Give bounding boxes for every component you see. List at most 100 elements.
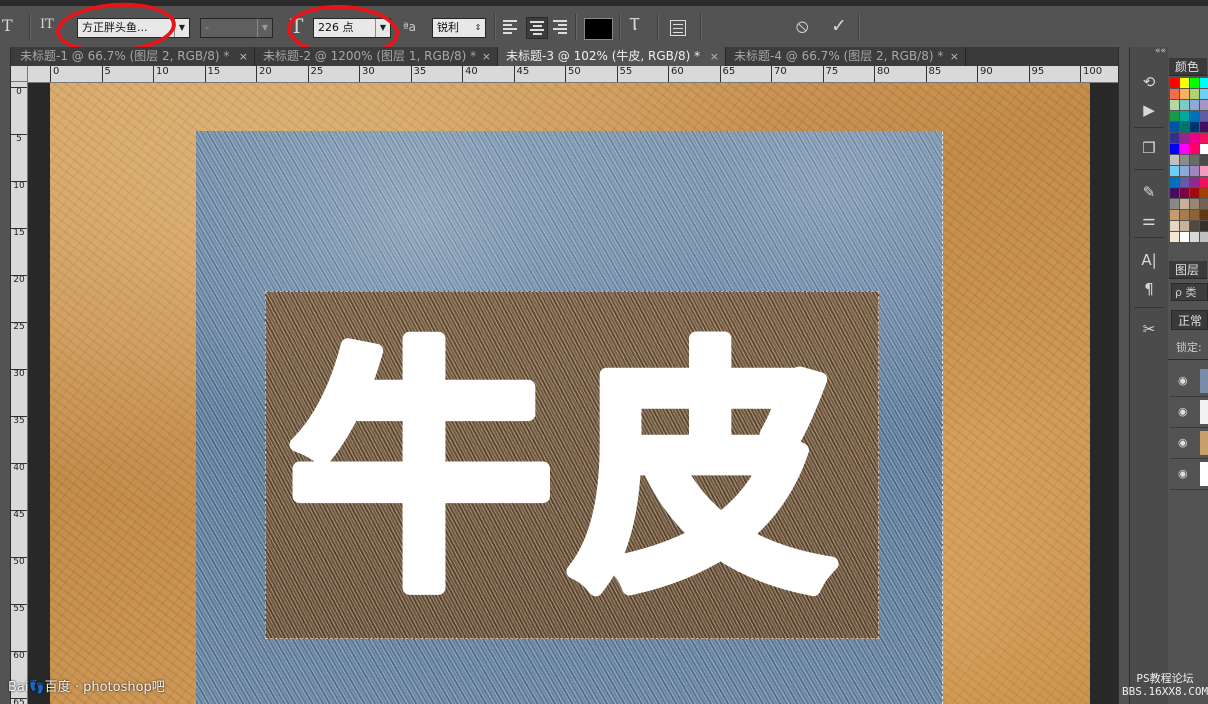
- warp-text-icon[interactable]: Ⲧ: [629, 14, 640, 35]
- color-swatch[interactable]: [1180, 221, 1189, 231]
- blend-mode-dropdown[interactable]: 正常: [1171, 310, 1208, 330]
- color-swatch[interactable]: [1190, 210, 1199, 220]
- horizontal-ruler[interactable]: 0 5 10 15 20 25 30 35 40 45 50 55 60 65 70 75 80 85 90 95 10…: [28, 66, 1118, 83]
- color-swatch[interactable]: [1170, 177, 1179, 187]
- color-swatch[interactable]: [1190, 122, 1199, 132]
- color-swatch[interactable]: [1180, 177, 1189, 187]
- color-swatch[interactable]: [1190, 111, 1199, 121]
- brush-presets-icon[interactable]: ⚌: [1139, 211, 1159, 229]
- color-swatch[interactable]: [1170, 89, 1179, 99]
- color-swatch[interactable]: [1180, 133, 1189, 143]
- text-orientation-icon[interactable]: IT: [40, 17, 54, 32]
- color-swatch[interactable]: [1190, 177, 1199, 187]
- color-swatch[interactable]: [1180, 232, 1189, 242]
- layer-row[interactable]: ◉: [1170, 459, 1208, 490]
- antialias-dropdown[interactable]: 锐利 ⇕: [432, 18, 486, 38]
- close-icon[interactable]: ×: [710, 47, 719, 66]
- eye-icon[interactable]: ◉: [1178, 467, 1188, 480]
- paragraph-icon[interactable]: ¶: [1139, 280, 1159, 298]
- color-swatch[interactable]: [1170, 166, 1179, 176]
- color-swatch[interactable]: [1190, 232, 1199, 242]
- layer-filter-search[interactable]: ρ 类: [1171, 283, 1208, 301]
- font-style-dropdown[interactable]: - ▼: [200, 18, 273, 38]
- color-swatch[interactable]: [1190, 133, 1199, 143]
- close-icon[interactable]: ×: [482, 47, 491, 66]
- color-swatch[interactable]: [1190, 144, 1199, 154]
- color-swatch[interactable]: [1200, 166, 1208, 176]
- color-swatch[interactable]: [1190, 166, 1199, 176]
- color-swatch[interactable]: [1200, 210, 1208, 220]
- align-right-icon[interactable]: [553, 20, 567, 34]
- color-swatch[interactable]: [1170, 100, 1179, 110]
- color-swatch[interactable]: [1180, 78, 1189, 88]
- play-icon[interactable]: ▶: [1139, 101, 1159, 119]
- color-swatch[interactable]: [1180, 122, 1189, 132]
- color-swatch[interactable]: [1200, 100, 1208, 110]
- color-swatch[interactable]: [1180, 111, 1189, 121]
- color-swatch[interactable]: [1190, 221, 1199, 231]
- layer-row[interactable]: ◉: [1170, 428, 1208, 459]
- color-swatch[interactable]: [1200, 133, 1208, 143]
- color-swatch[interactable]: [1200, 78, 1208, 88]
- text-color-swatch[interactable]: [584, 18, 613, 40]
- tab-doc-4[interactable]: 未标题-4 @ 66.7% (图层 2, RGB/8) * ×: [726, 47, 966, 66]
- close-icon[interactable]: ×: [239, 47, 248, 66]
- color-swatch[interactable]: [1200, 122, 1208, 132]
- color-swatch[interactable]: [1180, 199, 1189, 209]
- tab-doc-1[interactable]: 未标题-1 @ 66.7% (图层 2, RGB/8) * ×: [12, 47, 255, 66]
- color-swatch[interactable]: [1170, 78, 1179, 88]
- eye-icon[interactable]: ◉: [1178, 436, 1188, 449]
- align-left-icon[interactable]: [503, 20, 517, 34]
- color-swatch[interactable]: [1180, 210, 1189, 220]
- tab-color[interactable]: 颜色: [1169, 58, 1207, 76]
- color-swatch[interactable]: [1170, 199, 1179, 209]
- vertical-ruler[interactable]: 0 5 10 15 20 25 30 35 40 45 50 55 60 65: [11, 82, 28, 704]
- color-swatch[interactable]: [1180, 166, 1189, 176]
- close-icon[interactable]: ×: [950, 47, 959, 66]
- color-swatch[interactable]: [1180, 188, 1189, 198]
- color-swatch[interactable]: [1180, 155, 1189, 165]
- color-swatch[interactable]: [1170, 188, 1179, 198]
- commit-icon[interactable]: ✓: [831, 15, 847, 37]
- color-swatch[interactable]: [1170, 210, 1179, 220]
- brush-icon[interactable]: ✎: [1139, 183, 1159, 201]
- collapse-icon[interactable]: ««: [1155, 46, 1166, 56]
- color-swatch[interactable]: [1200, 188, 1208, 198]
- color-swatch[interactable]: [1180, 144, 1189, 154]
- color-swatch[interactable]: [1190, 100, 1199, 110]
- color-swatch[interactable]: [1180, 100, 1189, 110]
- color-swatch[interactable]: [1200, 232, 1208, 242]
- align-center-button[interactable]: [526, 17, 548, 39]
- tab-doc-3[interactable]: 未标题-3 @ 102% (牛皮, RGB/8) * ×: [498, 47, 726, 66]
- color-swatch[interactable]: [1200, 177, 1208, 187]
- character-icon[interactable]: A|: [1139, 251, 1159, 269]
- color-swatch[interactable]: [1190, 89, 1199, 99]
- layer-row[interactable]: ◉: [1170, 397, 1208, 428]
- layer-row[interactable]: ◉: [1170, 366, 1208, 397]
- color-swatch[interactable]: [1180, 89, 1189, 99]
- color-swatch[interactable]: [1190, 199, 1199, 209]
- cancel-icon[interactable]: ⦸: [796, 15, 808, 37]
- color-swatch[interactable]: [1200, 111, 1208, 121]
- color-swatch[interactable]: [1170, 111, 1179, 121]
- color-swatch[interactable]: [1200, 221, 1208, 231]
- type-tool-icon[interactable]: T: [2, 16, 13, 35]
- color-swatch[interactable]: [1190, 78, 1199, 88]
- eye-icon[interactable]: ◉: [1178, 405, 1188, 418]
- history-icon[interactable]: ⟲: [1139, 73, 1159, 91]
- character-panel-toggle-icon[interactable]: [670, 20, 686, 36]
- color-swatch[interactable]: [1170, 122, 1179, 132]
- color-swatch[interactable]: [1170, 232, 1179, 242]
- color-swatch[interactable]: [1170, 155, 1179, 165]
- color-swatch[interactable]: [1170, 144, 1179, 154]
- tab-doc-2[interactable]: 未标题-2 @ 1200% (图层 1, RGB/8) * ×: [255, 47, 498, 66]
- tab-layers[interactable]: 图层: [1169, 261, 1207, 279]
- color-swatch[interactable]: [1200, 144, 1208, 154]
- eye-icon[interactable]: ◉: [1178, 374, 1188, 387]
- tools-icon[interactable]: ✂: [1139, 320, 1159, 338]
- tools-panel[interactable]: [0, 47, 11, 704]
- color-swatch[interactable]: [1170, 133, 1179, 143]
- color-swatch[interactable]: [1190, 188, 1199, 198]
- color-swatch[interactable]: [1200, 155, 1208, 165]
- color-swatch[interactable]: [1170, 221, 1179, 231]
